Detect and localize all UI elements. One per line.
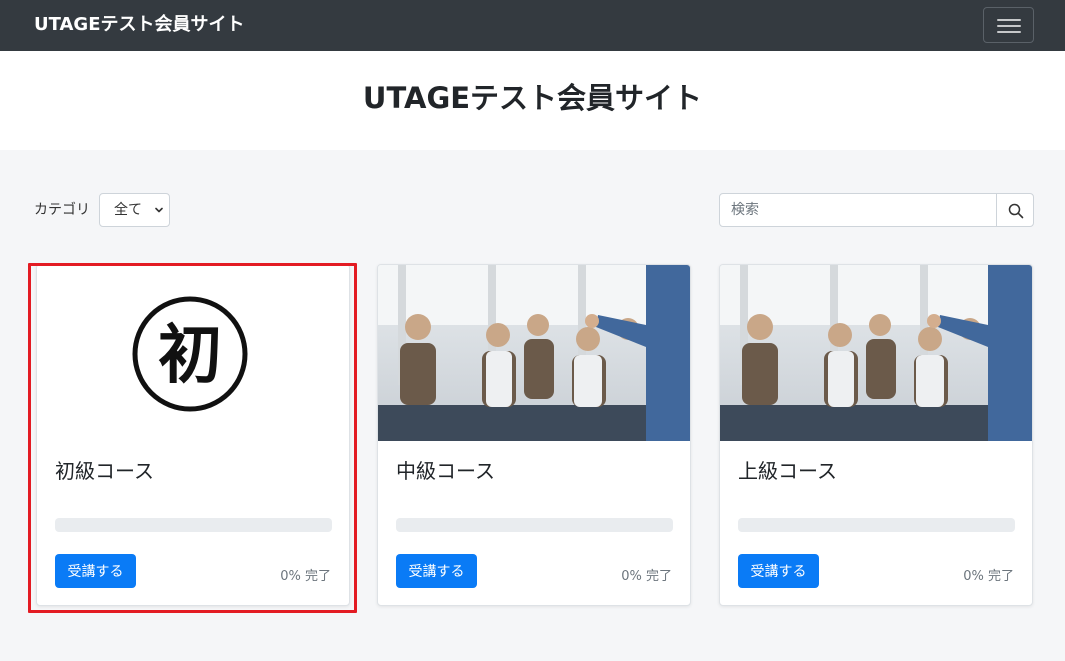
hero-section: UTAGEテスト会員サイト	[0, 51, 1065, 150]
course-card[interactable]: 初 初級コース 受講する 0% 完了	[36, 264, 350, 606]
course-card[interactable]: 中級コース 受講する 0% 完了	[377, 264, 691, 606]
navbar-toggle-button[interactable]	[983, 7, 1034, 43]
badge-char: 初	[158, 318, 222, 393]
category-select-value: 全て	[114, 202, 142, 218]
course-title[interactable]: 初級コース	[55, 457, 154, 485]
progress-text: 0% 完了	[963, 569, 1014, 584]
search-icon	[1008, 203, 1024, 219]
progress-bar	[738, 518, 1015, 532]
progress-bar	[55, 518, 332, 532]
progress-text: 0% 完了	[280, 569, 331, 584]
course-title[interactable]: 中級コース	[396, 457, 495, 485]
search-button[interactable]	[996, 193, 1034, 227]
category-label: カテゴリ	[34, 202, 90, 218]
course-thumbnail[interactable]	[720, 265, 1032, 441]
progress-text: 0% 完了	[621, 569, 672, 584]
chevron-down-icon	[155, 207, 163, 213]
beginner-badge-icon: 初	[37, 265, 349, 441]
search-input[interactable]: 検索	[719, 193, 997, 227]
course-card[interactable]: 上級コース 受講する 0% 完了	[719, 264, 1033, 606]
navbar: UTAGEテスト会員サイト	[0, 0, 1065, 51]
progress-bar	[396, 518, 673, 532]
search-placeholder: 検索	[731, 202, 759, 218]
course-thumbnail[interactable]	[378, 265, 690, 441]
category-select[interactable]: 全て	[99, 193, 170, 227]
course-title[interactable]: 上級コース	[738, 457, 837, 485]
enroll-button[interactable]: 受講する	[55, 554, 136, 588]
navbar-brand[interactable]: UTAGEテスト会員サイト	[34, 13, 245, 37]
enroll-button[interactable]: 受講する	[738, 554, 819, 588]
page-title: UTAGEテスト会員サイト	[362, 81, 703, 115]
course-thumbnail[interactable]: 初	[37, 265, 349, 441]
seminar-photo	[720, 265, 1032, 441]
seminar-photo	[378, 265, 690, 441]
enroll-button[interactable]: 受講する	[396, 554, 477, 588]
